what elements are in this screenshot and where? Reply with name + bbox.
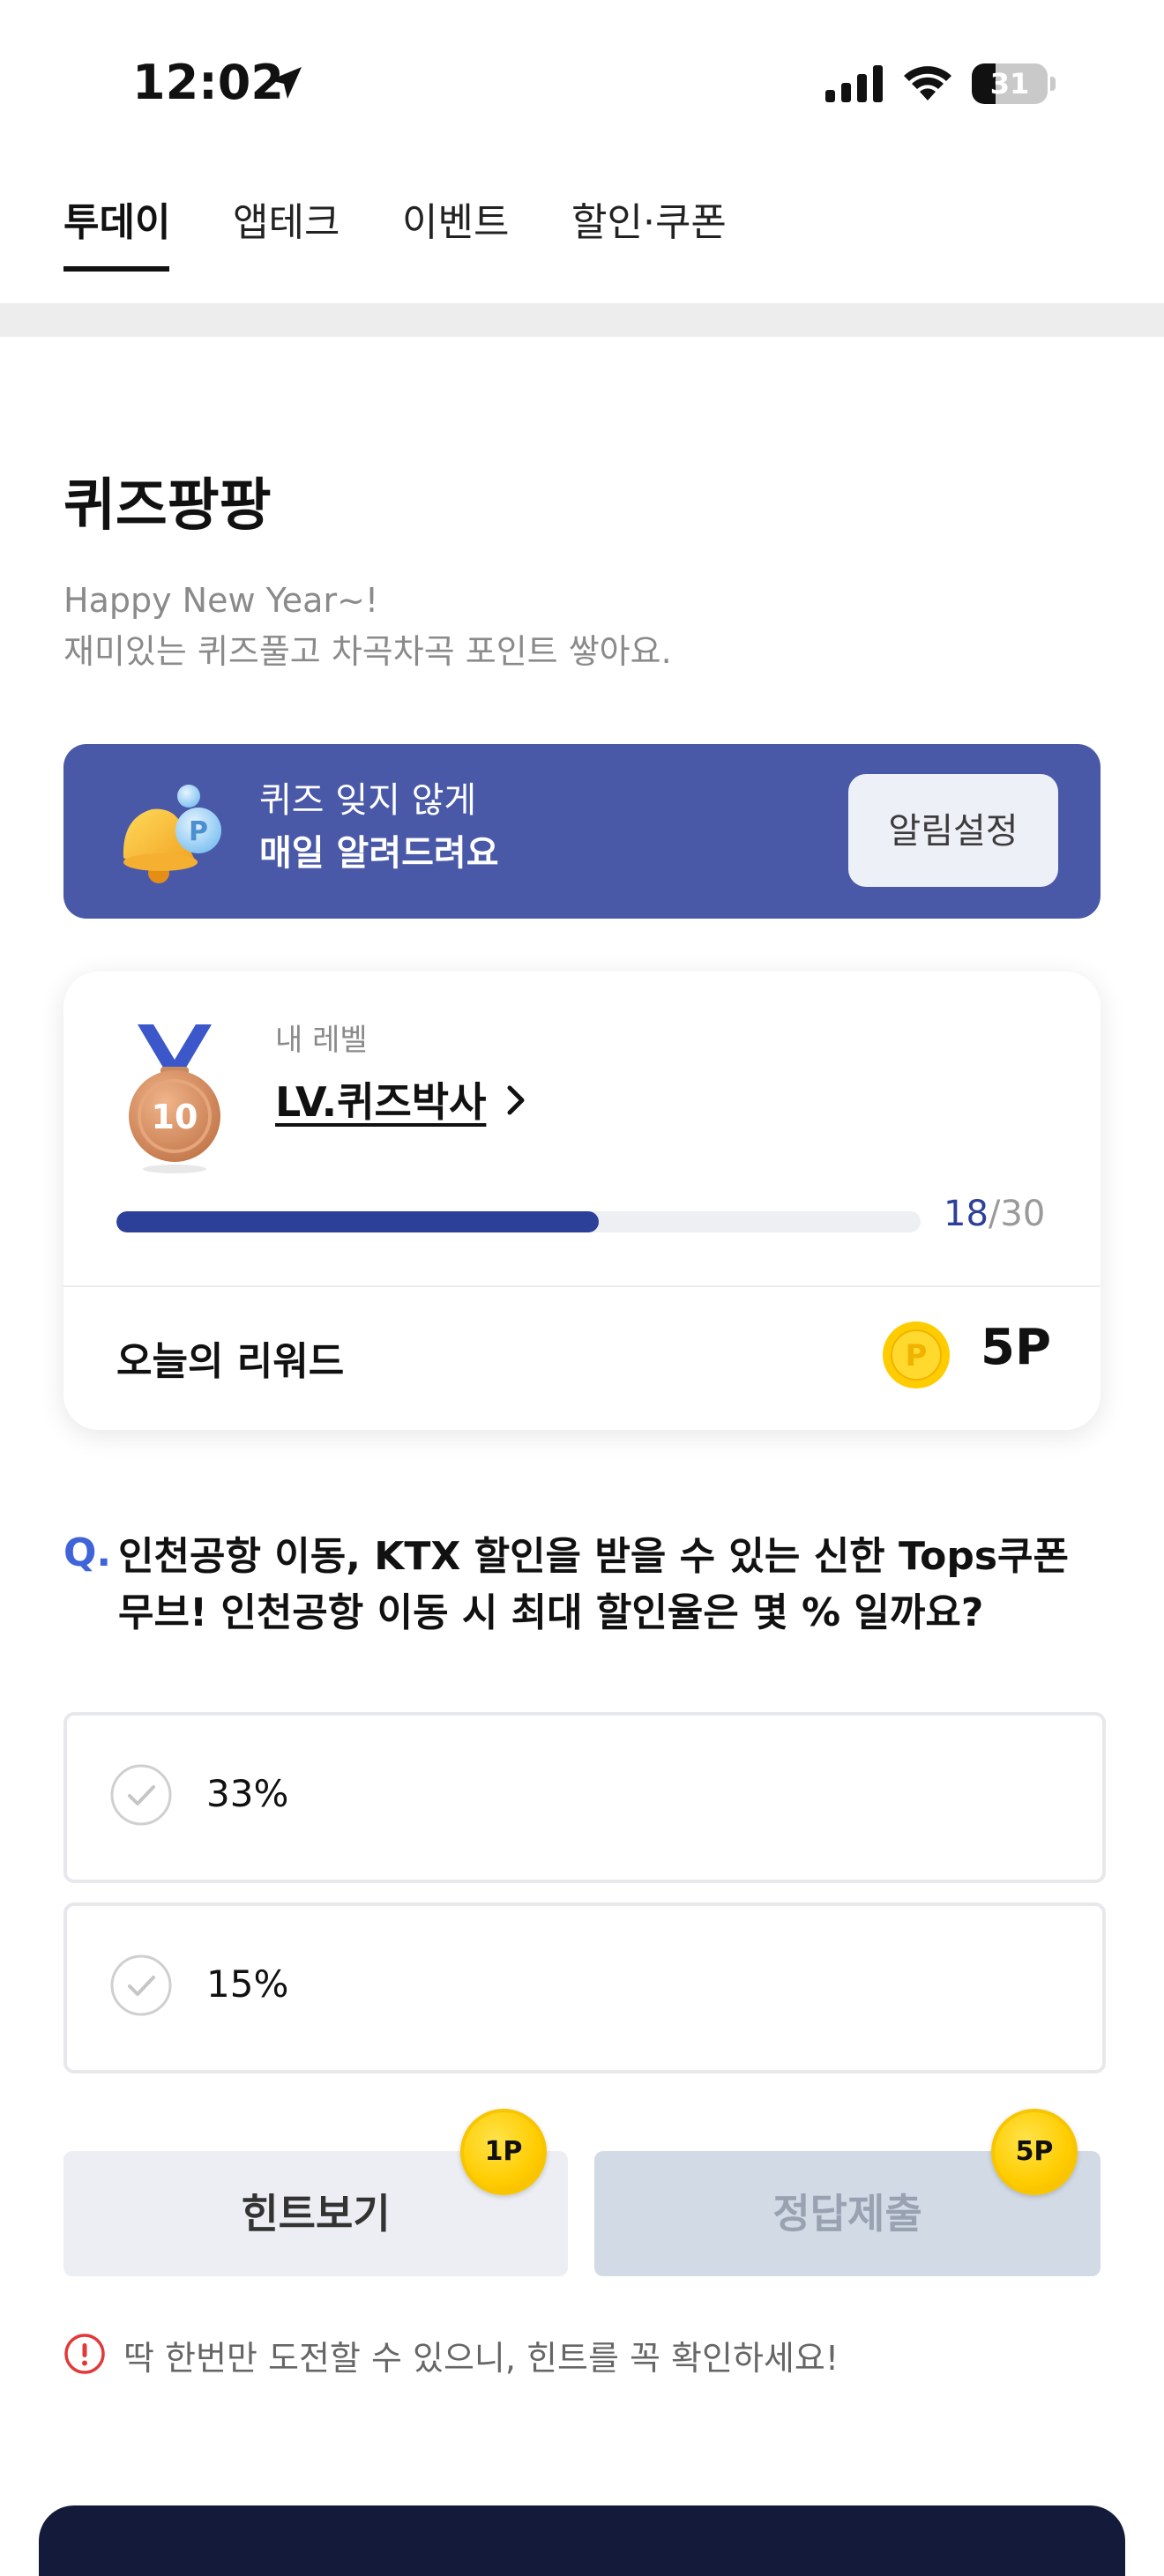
- notify-line-2: 매일 알려드려요: [259, 833, 499, 874]
- progress-current: 18: [944, 1194, 989, 1234]
- wifi-icon: [904, 66, 951, 101]
- today-reward-label: 오늘의 리워드: [116, 1339, 345, 1384]
- warning-text: 딱 한번만 도전할 수 있으니, 힌트를 꼭 확인하세요!: [123, 2339, 839, 2378]
- question-text: 인천공항 이동, KTX 할인을 받을 수 있는 신한 Tops쿠폰 무브! 인…: [118, 1534, 1070, 1635]
- notify-line-1: 퀴즈 잊지 않게: [259, 780, 477, 821]
- notify-banner-text: 퀴즈 잊지 않게 매일 알려드려요: [259, 774, 499, 880]
- status-time: 12:02: [132, 55, 284, 110]
- tab-discount-coupon[interactable]: 할인·쿠폰: [571, 190, 727, 247]
- level-progress-bar: [116, 1211, 921, 1232]
- bottom-action-bar[interactable]: [39, 2505, 1125, 2576]
- notification-settings-button[interactable]: 알림설정: [848, 774, 1058, 887]
- hint-cost-badge: 1P: [460, 2109, 547, 2195]
- checkmark-circle-icon[interactable]: [109, 1954, 173, 2017]
- page-title: 퀴즈팡팡: [63, 473, 272, 539]
- cellular-signal-icon: [825, 65, 883, 102]
- answer-option-1-label: 33%: [206, 1772, 289, 1815]
- page-subtitle: Happy New Year~! 재미있는 퀴즈풀고 차곡차곡 포인트 쌓아요.: [63, 575, 672, 677]
- card-divider: [63, 1285, 1101, 1287]
- subtitle-line-2: 재미있는 퀴즈풀고 차곡차곡 포인트 쌓아요.: [63, 632, 672, 671]
- level-progress-count: 18/30: [944, 1194, 1045, 1234]
- today-reward-value: 5P: [981, 1319, 1052, 1376]
- warning-icon: [64, 2334, 105, 2374]
- chevron-right-icon[interactable]: [504, 1081, 529, 1120]
- tab-apptech[interactable]: 앱테크: [233, 190, 340, 247]
- svg-text:P: P: [189, 816, 208, 847]
- tab-today[interactable]: 투데이: [63, 190, 170, 247]
- battery-level: 31: [989, 67, 1030, 101]
- point-coin-icon: P: [883, 1322, 950, 1389]
- svg-text:P: P: [906, 1338, 928, 1374]
- question-marker: Q.: [63, 1530, 112, 1575]
- active-tab-indicator: [63, 266, 169, 272]
- submit-reward-badge: 5P: [991, 2109, 1078, 2195]
- bronze-medal-icon: 10: [129, 1024, 220, 1173]
- subtitle-line-1: Happy New Year~!: [63, 581, 379, 620]
- section-divider: [0, 303, 1164, 337]
- tab-event[interactable]: 이벤트: [402, 190, 509, 247]
- level-caption: 내 레벨: [275, 1023, 368, 1058]
- level-name-link[interactable]: LV.퀴즈박사: [275, 1070, 486, 1128]
- medal-number: 10: [152, 1098, 198, 1136]
- battery-icon: 31: [972, 63, 1056, 106]
- progress-separator: /: [988, 1194, 1001, 1234]
- progress-total: 30: [1000, 1194, 1046, 1234]
- location-arrow-icon: [270, 67, 302, 99]
- bell-with-coins-icon: P: [123, 785, 221, 883]
- answer-option-2-label: 15%: [206, 1962, 289, 2006]
- checkmark-circle-icon[interactable]: [109, 1763, 173, 1827]
- level-progress-fill: [116, 1211, 600, 1232]
